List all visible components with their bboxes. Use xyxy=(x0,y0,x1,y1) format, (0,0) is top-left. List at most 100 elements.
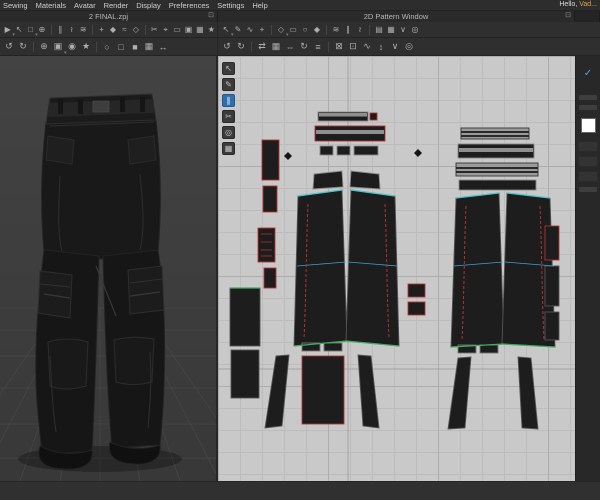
show-grainline-icon[interactable]: ↕ xyxy=(375,40,388,53)
transform-pattern-icon[interactable]: ↖ ▾ xyxy=(221,24,234,38)
zoom-icon[interactable]: ◎ xyxy=(410,24,421,35)
maximize-3d-icon[interactable]: ⊡ xyxy=(208,11,214,19)
3d-garment-viewport[interactable] xyxy=(0,56,218,481)
menu-sewing[interactable]: Sewing xyxy=(3,1,28,10)
simulate-icon[interactable]: ▶ ▾ xyxy=(3,24,15,38)
snap-toggle-icon[interactable]: ▦ xyxy=(222,142,235,155)
toolbar-separator xyxy=(91,24,93,35)
pattern-layout xyxy=(218,56,575,481)
redo-2d-icon[interactable]: ↻ xyxy=(235,40,248,53)
transform-pattern-tool-icon[interactable]: ↖ xyxy=(222,62,235,75)
rectangle-icon[interactable]: ▭ xyxy=(288,24,299,35)
segment-sewing-icon[interactable]: ∥ xyxy=(55,24,65,35)
select-move-icon[interactable]: ↖ xyxy=(14,24,24,35)
panel-divider[interactable] xyxy=(579,95,597,100)
user-greeting[interactable]: Hello, Vad... xyxy=(559,1,597,8)
panel-divider[interactable] xyxy=(579,187,597,192)
mirror-paste-icon[interactable]: ⇔ xyxy=(284,40,297,53)
notch-icon[interactable]: ∨ xyxy=(398,24,409,35)
polygon-icon[interactable]: ◇ ▾ xyxy=(276,24,289,38)
scissors-tool-icon[interactable]: ✂ xyxy=(222,110,235,123)
toolbar-separator xyxy=(369,24,370,35)
free-sewing-2d-icon[interactable]: ≀ xyxy=(355,24,366,35)
steam-icon[interactable]: ≈ xyxy=(119,24,129,35)
reset-arrangement-icon[interactable]: ⊕ xyxy=(38,40,51,53)
unlock-pattern-icon[interactable]: ⊡ xyxy=(347,40,360,53)
scissors-icon[interactable]: ✂ xyxy=(149,24,159,35)
edit-curvature-icon[interactable]: ∿ xyxy=(245,24,256,35)
tab-2d-pattern-window[interactable]: 2D Pattern Window xyxy=(364,12,429,21)
arrange-patterns-icon[interactable]: ▦ xyxy=(270,40,283,53)
status-bar xyxy=(0,481,600,500)
align-icon[interactable]: ≡ xyxy=(312,40,325,53)
panel-divider[interactable] xyxy=(579,105,597,110)
menu-settings[interactable]: Settings xyxy=(217,1,244,10)
tab-3d-window[interactable]: 2 FINAL.zpj xyxy=(89,12,128,21)
pin-icon[interactable]: ⊕ xyxy=(37,24,47,35)
lock-pattern-icon[interactable]: ⊠ xyxy=(333,40,346,53)
zoom-tool-icon[interactable]: ◎ xyxy=(222,126,235,139)
toolbar-3d-row1: ▶ ▾ ↖ □ ▾ ⊕ ∥ ≀ ≋ + ◆ ≈ ◇ ✂ ⌖ ▭ ▣ ▦ ★ xyxy=(0,22,218,38)
undo-2d-icon[interactable]: ↺ xyxy=(221,40,234,53)
fit-view-icon[interactable]: ↔ xyxy=(157,40,170,53)
sewing-tool-icon[interactable]: ∥ xyxy=(222,94,235,107)
menu-render[interactable]: Render xyxy=(104,1,129,10)
2d-pattern-canvas[interactable]: ↖ ✎ ∥ ✂ ◎ ▦ xyxy=(218,56,575,481)
segment-sewing-2d-icon[interactable]: ∥ xyxy=(343,24,354,35)
color-swatch-white[interactable] xyxy=(580,118,596,133)
camera-view-icon[interactable]: ▣ ▾ xyxy=(52,40,67,56)
snapshot-icon[interactable]: ◉ xyxy=(66,40,79,53)
measure-icon[interactable]: ⌖ xyxy=(160,24,170,35)
free-sewing-icon[interactable]: ≀ xyxy=(67,24,77,35)
toolbar-separator xyxy=(251,41,252,52)
confirm-check-icon[interactable]: ✓ xyxy=(576,68,600,79)
tack-icon[interactable]: ◆ xyxy=(108,24,118,35)
grid-3d-icon[interactable]: ▦ xyxy=(195,24,205,35)
show-garment-icon[interactable]: □ xyxy=(115,40,128,53)
menu-display[interactable]: Display xyxy=(136,1,161,10)
panel-row[interactable] xyxy=(578,141,598,152)
fold-arrangement-icon[interactable]: ◇ xyxy=(131,24,141,35)
pattern-markers xyxy=(284,149,422,160)
edit-pattern-tool-icon[interactable]: ✎ xyxy=(222,78,235,91)
undo-icon[interactable]: ↺ xyxy=(3,40,16,53)
rotate-pattern-icon[interactable]: ↻ xyxy=(298,40,311,53)
toolbar-2d-row1: ↖ ▾ ✎ ∿ + ◇ ▾ ▭ ○ ◆ ≋ ∥ ≀ ▤ ▦ ∨ ◎ xyxy=(218,22,600,38)
pattern-pieces[interactable] xyxy=(229,111,560,430)
edit-pattern-icon[interactable]: ✎ xyxy=(233,24,244,35)
render-image-icon[interactable]: ★ xyxy=(80,40,93,53)
toolbar-separator xyxy=(326,24,327,35)
2d-tool-strip: ↖ ✎ ∥ ✂ ◎ ▦ xyxy=(222,62,235,155)
show-sewing-icon[interactable]: ≋ xyxy=(78,24,88,35)
flatten-icon[interactable]: ▣ xyxy=(183,24,193,35)
tape-icon[interactable]: ▭ xyxy=(172,24,182,35)
panel-row[interactable] xyxy=(578,156,598,167)
grading-icon[interactable]: ▤ xyxy=(374,24,385,35)
window-title-bar: 2 FINAL.zpj ⊡ 2D Pattern Window ⊡ xyxy=(0,11,600,22)
maximize-2d-icon[interactable]: ⊡ xyxy=(565,11,571,19)
menu-help[interactable]: Help xyxy=(252,1,267,10)
toolbar-2d-row2: ↺ ↻ ⇄ ▦ ⇔ ↻ ≡ ⊠ ⊡ ∿ ↕ ∨ ◎ xyxy=(218,38,600,55)
show-seamline-icon[interactable]: ∿ xyxy=(361,40,374,53)
select-mesh-icon[interactable]: □ ▾ xyxy=(25,24,38,38)
render-icon[interactable]: ★ xyxy=(206,24,216,35)
menu-materials[interactable]: Materials xyxy=(36,1,66,10)
panel-row[interactable] xyxy=(578,171,598,182)
seam-allowance-icon[interactable]: ≋ xyxy=(331,24,342,35)
circle-icon[interactable]: ○ xyxy=(300,24,311,35)
shadow-toggle-icon[interactable]: ■ xyxy=(129,40,142,53)
dart-icon[interactable]: ◆ xyxy=(312,24,323,35)
grid-toggle-icon[interactable]: ▦ xyxy=(143,40,156,53)
redo-icon[interactable]: ↻ xyxy=(17,40,30,53)
texture-editor-icon[interactable]: ▦ xyxy=(386,24,397,35)
pinch-icon[interactable]: + xyxy=(96,24,106,35)
add-point-icon[interactable]: + xyxy=(257,24,268,35)
sync-3d-icon[interactable]: ⇄ xyxy=(256,40,269,53)
menu-avatar[interactable]: Avatar xyxy=(74,1,96,10)
right-sidebar: ✓ xyxy=(575,56,600,481)
reset-zoom-icon[interactable]: ◎ xyxy=(403,40,416,53)
menu-preferences[interactable]: Preferences xyxy=(169,1,209,10)
show-avatar-icon[interactable]: ○ xyxy=(101,40,114,53)
toolbar-separator xyxy=(144,24,146,35)
show-notches-icon[interactable]: ∨ xyxy=(389,40,402,53)
